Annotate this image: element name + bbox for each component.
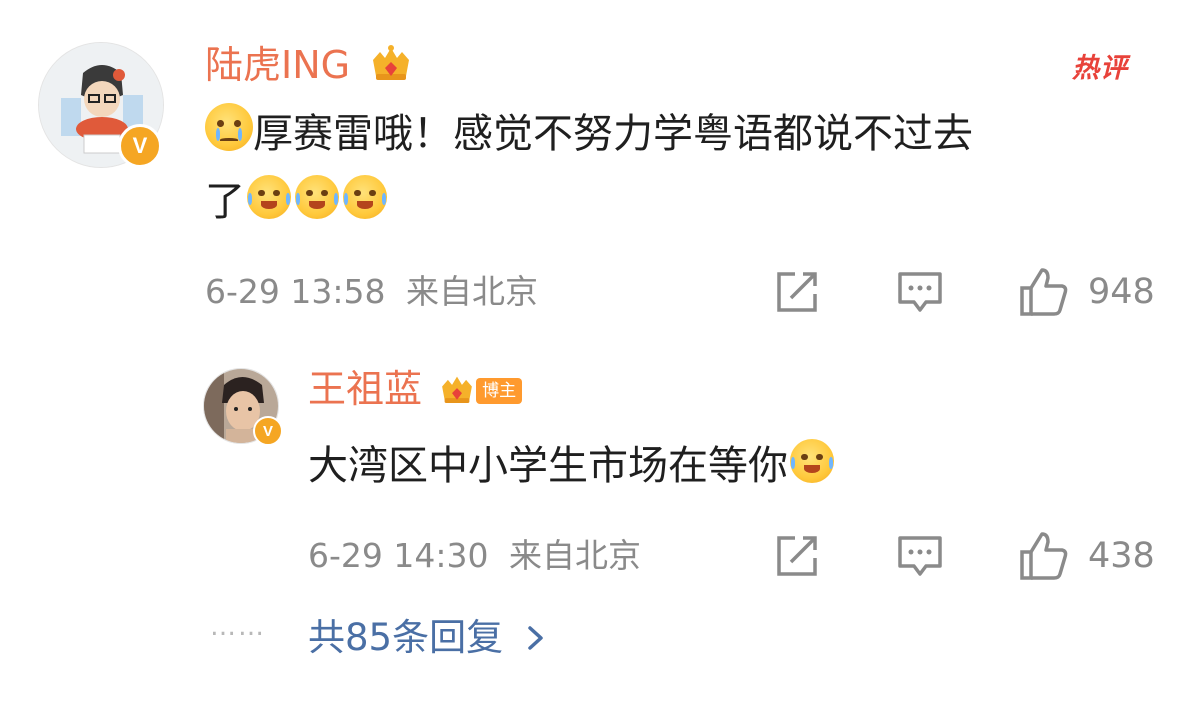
laugh-cry-emoji-icon xyxy=(790,439,834,483)
comment-text-main: 厚赛雷哦！感觉不努力学粤语都说不过去 xyxy=(253,111,973,157)
reply-location: 来自北京 xyxy=(509,536,641,575)
share-icon[interactable] xyxy=(773,532,821,580)
comment-location: 来自北京 xyxy=(406,272,538,311)
verified-badge-label: V xyxy=(132,133,148,158)
reply-username-row: 王祖蓝 博主 xyxy=(308,364,523,414)
crown-badge-icon xyxy=(442,376,472,404)
thumbs-up-icon[interactable] xyxy=(1018,266,1070,318)
like-button[interactable]: 948 xyxy=(1018,266,1155,318)
username[interactable]: 陆虎ING xyxy=(205,43,350,87)
laugh-cry-emoji-icon xyxy=(343,175,387,219)
reply-meta: 6-29 14:30 来自北京 xyxy=(308,534,641,578)
verified-badge-icon: V xyxy=(118,124,162,168)
thumbs-up-icon[interactable] xyxy=(1018,530,1070,582)
chevron-right-icon[interactable] xyxy=(525,624,547,652)
reply-date: 6-29 14:30 xyxy=(308,536,489,575)
reply-avatar-wrap[interactable]: V xyxy=(203,368,283,446)
dots-separator: …… xyxy=(210,612,266,642)
comment-date: 6-29 13:58 xyxy=(205,272,386,311)
reply-text-main: 大湾区中小学生市场在等你 xyxy=(308,443,788,489)
comment-meta: 6-29 13:58 来自北京 xyxy=(205,270,538,314)
comment-icon[interactable] xyxy=(896,268,944,316)
verified-badge-label: V xyxy=(262,422,273,440)
like-count: 948 xyxy=(1088,272,1155,312)
reply-username[interactable]: 王祖蓝 xyxy=(308,367,422,411)
author-tag: 博主 xyxy=(476,378,523,404)
comment-icon[interactable] xyxy=(896,532,944,580)
avatar-wrap[interactable]: V xyxy=(38,42,164,168)
comment-text-line2: 了 xyxy=(205,179,245,225)
laugh-cry-emoji-icon xyxy=(247,175,291,219)
username-row: 陆虎ING xyxy=(205,40,414,90)
like-button[interactable]: 438 xyxy=(1018,530,1155,582)
reply-text: 大湾区中小学生市场在等你 xyxy=(308,435,834,497)
share-icon[interactable] xyxy=(773,268,821,316)
verified-badge-icon: V xyxy=(253,416,283,446)
laugh-cry-emoji-icon xyxy=(295,175,339,219)
comment-text: 厚赛雷哦！感觉不努力学粤语都说不过去 了 xyxy=(205,100,1165,236)
like-count: 438 xyxy=(1088,536,1155,576)
hot-comment-tag: 热评 xyxy=(1072,53,1128,84)
crown-badge-icon xyxy=(373,45,410,80)
teary-face-emoji-icon xyxy=(205,103,253,151)
more-replies-link[interactable]: 共85条回复 xyxy=(308,612,547,664)
more-replies-label[interactable]: 共85条回复 xyxy=(308,612,503,664)
